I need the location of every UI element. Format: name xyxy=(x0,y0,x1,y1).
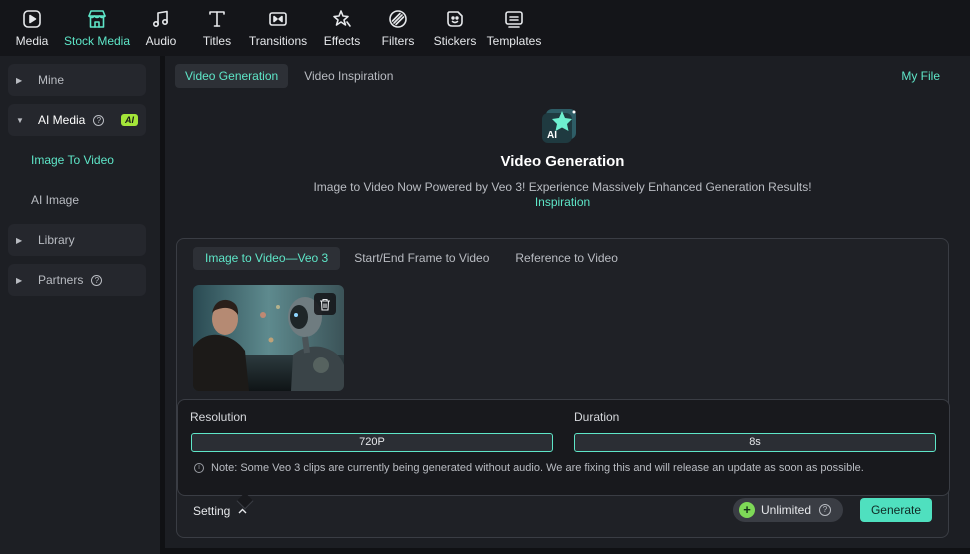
svg-text:AI: AI xyxy=(547,130,557,141)
sidebar-item-label: Mine xyxy=(38,73,65,87)
tool-titles-label: Titles xyxy=(202,34,232,48)
store-icon xyxy=(86,8,108,30)
chevron-up-icon xyxy=(238,508,247,514)
duration-select[interactable]: 8s xyxy=(574,433,936,452)
tab-video-generation[interactable]: Video Generation xyxy=(175,64,289,88)
tool-media-label: Media xyxy=(15,34,49,48)
page-subtitle: Image to Video Now Powered by Veo 3! Exp… xyxy=(313,180,812,194)
tool-stickers[interactable]: Stickers xyxy=(426,0,484,56)
tool-stickers-label: Stickers xyxy=(433,34,477,48)
templates-icon xyxy=(503,8,525,30)
top-tabs: Video Generation Video Inspiration xyxy=(175,64,403,88)
settings-popover: Resolution 720P Duration 8s i Note: Some… xyxy=(177,399,950,496)
tab-image-to-video-veo3[interactable]: Image to Video—Veo 3 xyxy=(193,247,341,270)
stickers-icon xyxy=(444,8,466,30)
resolution-select[interactable]: 720P xyxy=(191,433,553,452)
note-text: Note: Some Veo 3 clips are currently bei… xyxy=(211,462,864,474)
help-icon[interactable]: ? xyxy=(91,274,103,286)
setting-label: Setting xyxy=(193,504,231,518)
tool-titles[interactable]: Titles xyxy=(192,0,242,56)
sidebar-item-ai-image[interactable]: AI Image xyxy=(8,184,160,216)
mode-tabs: Image to Video—Veo 3 Start/End Frame to … xyxy=(193,247,630,270)
tool-audio-label: Audio xyxy=(145,34,177,48)
tab-start-end-frame[interactable]: Start/End Frame to Video xyxy=(342,247,501,270)
tool-stock-media[interactable]: Stock Media xyxy=(64,0,130,56)
transitions-icon xyxy=(267,8,289,30)
filters-icon xyxy=(387,8,409,30)
sidebar-item-mine[interactable]: ▶ Mine xyxy=(8,64,146,96)
inspiration-link[interactable]: Inspiration xyxy=(165,195,960,209)
caret-down-icon: ▼ xyxy=(16,115,24,125)
page-title: Video Generation xyxy=(500,153,625,170)
sidebar-item-label: Library xyxy=(38,233,75,247)
caret-right-icon: ▶ xyxy=(16,75,23,85)
sidebar-item-label: Partners xyxy=(38,273,84,287)
my-file-link[interactable]: My File xyxy=(901,69,940,83)
tool-effects-label: Effects xyxy=(323,34,361,48)
tab-video-inspiration[interactable]: Video Inspiration xyxy=(294,64,403,88)
generation-panel: Image to Video—Veo 3 Start/End Frame to … xyxy=(176,238,950,538)
tool-effects[interactable]: Effects xyxy=(314,0,370,56)
caret-right-icon: ▶ xyxy=(16,275,23,285)
sidebar: ▶ Mine ▼ AI Media ? AI Image To Video AI… xyxy=(0,56,160,554)
sidebar-item-label: AI Media xyxy=(38,113,86,127)
resolution-label: Resolution xyxy=(190,410,247,424)
tool-filters[interactable]: Filters xyxy=(370,0,426,56)
tool-transitions-label: Transitions xyxy=(248,34,308,48)
trash-icon xyxy=(320,298,330,311)
tool-audio[interactable]: Audio xyxy=(130,0,192,56)
unlimited-label: Unlimited xyxy=(761,503,812,517)
tool-stock-media-label: Stock Media xyxy=(63,34,131,48)
sidebar-item-library[interactable]: ▶ Library xyxy=(8,224,146,256)
effects-icon xyxy=(331,8,353,30)
tool-transitions[interactable]: Transitions xyxy=(242,0,314,56)
tab-reference-to-video[interactable]: Reference to Video xyxy=(503,247,630,270)
delete-image-button[interactable] xyxy=(314,293,336,315)
ai-video-generation-icon: AI xyxy=(542,109,576,143)
info-icon: i xyxy=(194,463,204,473)
sidebar-item-ai-media[interactable]: ▼ AI Media ? AI xyxy=(8,104,146,136)
help-icon[interactable]: ? xyxy=(93,114,105,126)
unlimited-credits-pill[interactable]: + Unlimited ? xyxy=(733,498,843,522)
tool-templates-label: Templates xyxy=(486,34,542,48)
tool-templates[interactable]: Templates xyxy=(484,0,544,56)
duration-label: Duration xyxy=(574,410,620,424)
sidebar-item-image-to-video[interactable]: Image To Video xyxy=(8,144,160,176)
audio-note: i Note: Some Veo 3 clips are currently b… xyxy=(194,462,864,474)
top-toolbar: Media Stock Media Audio Titles Transitio… xyxy=(0,0,970,56)
sidebar-item-partners[interactable]: ▶ Partners ? xyxy=(8,264,146,296)
music-icon xyxy=(150,8,172,30)
tool-filters-label: Filters xyxy=(381,34,415,48)
media-icon xyxy=(21,8,43,30)
tool-media[interactable]: Media xyxy=(0,0,64,56)
caret-right-icon: ▶ xyxy=(16,235,23,245)
main-panel: Video Generation Video Inspiration My Fi… xyxy=(165,56,970,548)
generate-button[interactable]: Generate xyxy=(860,498,932,522)
text-icon xyxy=(206,8,228,30)
uploaded-image-thumbnail[interactable] xyxy=(193,285,344,391)
credits-plus-icon: + xyxy=(739,502,755,518)
ai-badge: AI xyxy=(121,114,138,126)
help-icon[interactable]: ? xyxy=(819,504,832,516)
setting-toggle-button[interactable]: Setting xyxy=(193,504,247,518)
